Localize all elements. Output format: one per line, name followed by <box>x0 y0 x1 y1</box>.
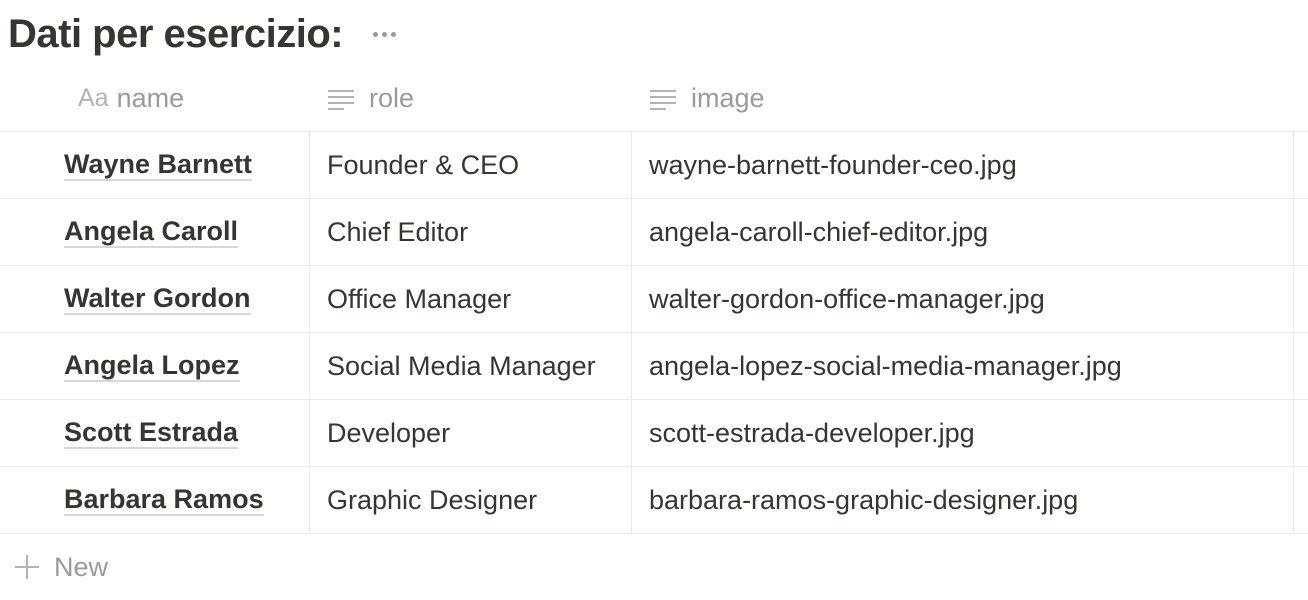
plus-icon <box>14 554 40 580</box>
table-row[interactable]: Angela Caroll Chief Editor angela-caroll… <box>0 199 1308 266</box>
cell-role[interactable]: Chief Editor <box>309 199 631 265</box>
cell-role[interactable]: Graphic Designer <box>309 467 631 533</box>
cell-role[interactable]: Founder & CEO <box>309 132 631 198</box>
cell-name[interactable]: Wayne Barnett <box>0 132 309 198</box>
cell-text: Developer <box>327 417 451 448</box>
cell-image[interactable]: walter-gordon-office-manager.jpg <box>631 266 1294 332</box>
cell-name[interactable]: Walter Gordon <box>0 266 309 332</box>
cell-image[interactable]: scott-estrada-developer.jpg <box>631 400 1294 466</box>
column-label: image <box>691 83 765 113</box>
add-new-row-button[interactable]: New <box>0 534 1308 600</box>
more-dots-icon <box>372 31 378 37</box>
database-table: Aa name role image Wayne Barnett Founder… <box>0 66 1308 600</box>
cell-text: walter-gordon-office-manager.jpg <box>649 283 1045 314</box>
column-header-image[interactable]: image <box>631 66 1294 131</box>
cell-text: Office Manager <box>327 283 512 314</box>
cell-text: Chief Editor <box>327 216 469 247</box>
new-label: New <box>54 551 109 582</box>
page-title: Dati per esercizio: <box>8 12 344 56</box>
title-bar: Dati per esercizio: <box>8 8 401 60</box>
cell-text: angela-caroll-chief-editor.jpg <box>649 216 989 247</box>
row-title-link[interactable]: Scott Estrada <box>64 417 239 449</box>
more-dot <box>390 31 396 37</box>
row-title-link[interactable]: Walter Gordon <box>64 283 251 315</box>
row-title-link[interactable]: Angela Lopez <box>64 350 240 382</box>
row-title-link[interactable]: Barbara Ramos <box>64 484 264 516</box>
row-title-link[interactable]: Angela Caroll <box>64 216 239 248</box>
cell-role[interactable]: Developer <box>309 400 631 466</box>
table-row[interactable]: Scott Estrada Developer scott-estrada-de… <box>0 400 1308 467</box>
table-header: Aa name role image <box>0 66 1308 132</box>
cell-text: Social Media Manager <box>327 350 596 381</box>
cell-role[interactable]: Office Manager <box>309 266 631 332</box>
text-lines-icon <box>650 89 676 110</box>
column-label: name <box>116 83 185 113</box>
cell-image[interactable]: wayne-barnett-founder-ceo.jpg <box>631 132 1294 198</box>
cell-text: scott-estrada-developer.jpg <box>649 417 975 448</box>
row-title-link[interactable]: Wayne Barnett <box>64 149 253 181</box>
cell-role[interactable]: Social Media Manager <box>309 333 631 399</box>
cell-text: wayne-barnett-founder-ceo.jpg <box>649 149 1017 180</box>
cell-text: barbara-ramos-graphic-designer.jpg <box>649 484 1079 515</box>
cell-name[interactable]: Angela Caroll <box>0 199 309 265</box>
cell-text: Founder & CEO <box>327 149 520 180</box>
cell-text: Graphic Designer <box>327 484 538 515</box>
more-options-button[interactable] <box>367 17 401 51</box>
text-lines-icon <box>328 89 354 110</box>
column-label: role <box>369 83 415 113</box>
column-header-name[interactable]: Aa name <box>0 66 309 131</box>
table-row[interactable]: Walter Gordon Office Manager walter-gord… <box>0 266 1308 333</box>
table-row[interactable]: Barbara Ramos Graphic Designer barbara-r… <box>0 467 1308 534</box>
cell-name[interactable]: Barbara Ramos <box>0 467 309 533</box>
cell-name[interactable]: Angela Lopez <box>0 333 309 399</box>
cell-name[interactable]: Scott Estrada <box>0 400 309 466</box>
cell-text: angela-lopez-social-media-manager.jpg <box>649 350 1122 381</box>
table-row[interactable]: Wayne Barnett Founder & CEO wayne-barnet… <box>0 132 1308 199</box>
cell-image[interactable]: angela-lopez-social-media-manager.jpg <box>631 333 1294 399</box>
cell-image[interactable]: barbara-ramos-graphic-designer.jpg <box>631 467 1294 533</box>
more-dot <box>381 31 387 37</box>
column-header-role[interactable]: role <box>309 66 631 131</box>
text-aa-icon: Aa <box>78 84 109 112</box>
table-row[interactable]: Angela Lopez Social Media Manager angela… <box>0 333 1308 400</box>
cell-image[interactable]: angela-caroll-chief-editor.jpg <box>631 199 1294 265</box>
